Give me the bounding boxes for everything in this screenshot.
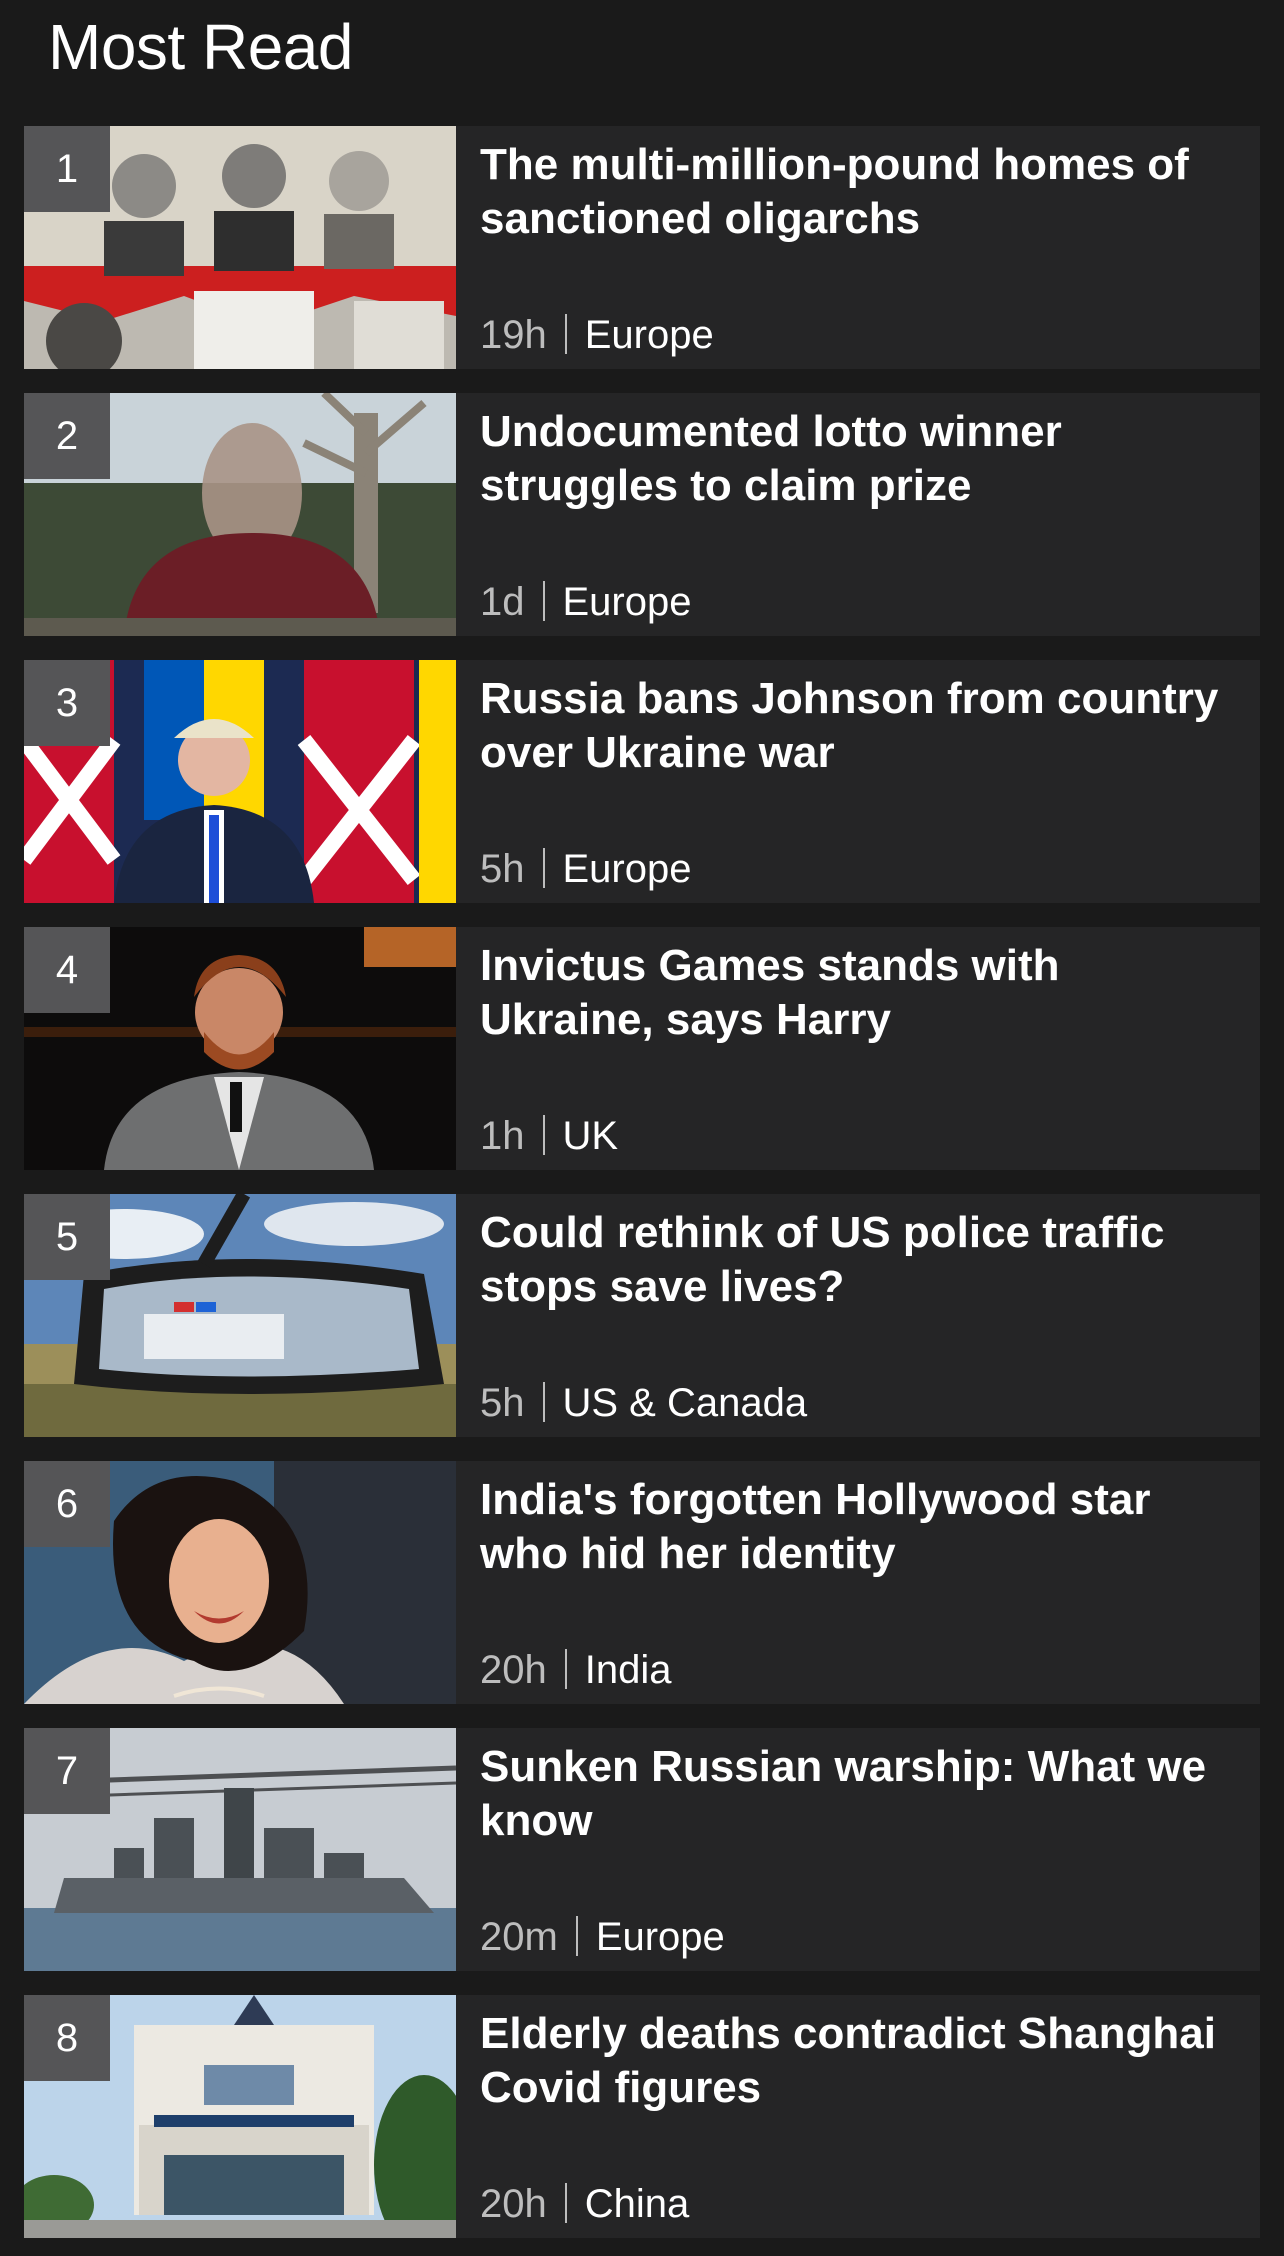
article-item-2[interactable]: 2 Undocumented lotto winner struggles to… xyxy=(24,393,1260,636)
article-category[interactable]: China xyxy=(585,2182,690,2226)
article-item-4[interactable]: 4 Invictus Games stands with Ukraine, sa… xyxy=(24,927,1260,1170)
meta-divider xyxy=(564,2183,567,2223)
rank-badge: 3 xyxy=(24,660,110,746)
article-category[interactable]: Europe xyxy=(596,1915,725,1959)
article-time: 1d xyxy=(480,580,525,624)
article-time: 5h xyxy=(480,847,525,891)
article-item-3[interactable]: 3 Russia bans Johnson from country over … xyxy=(24,660,1260,903)
article-meta: 19h Europe xyxy=(480,311,714,359)
rank-badge: 7 xyxy=(24,1728,110,1814)
article-item-1[interactable]: 1 The multi-million-pound homes of sanct… xyxy=(24,126,1260,369)
article-meta: 1d Europe xyxy=(480,578,691,626)
article-time: 20h xyxy=(480,1648,547,1692)
article-item-8[interactable]: 8 Elderly deaths contradict Shanghai Cov… xyxy=(24,1995,1260,2238)
article-category[interactable]: Europe xyxy=(563,580,692,624)
article-headline[interactable]: The multi-million-pound homes of sanctio… xyxy=(480,138,1240,246)
article-category[interactable]: Europe xyxy=(585,313,714,357)
article-meta: 1h UK xyxy=(480,1112,618,1160)
article-time: 1h xyxy=(480,1114,525,1158)
meta-divider xyxy=(564,1649,567,1689)
article-headline[interactable]: Russia bans Johnson from country over Uk… xyxy=(480,672,1240,780)
article-item-5[interactable]: 5 Could rethink of US police traffic sto… xyxy=(24,1194,1260,1437)
meta-divider xyxy=(542,1382,545,1422)
meta-divider xyxy=(542,848,545,888)
meta-divider xyxy=(564,314,567,354)
article-category[interactable]: Europe xyxy=(563,847,692,891)
article-meta: 20h India xyxy=(480,1646,672,1694)
rank-badge: 5 xyxy=(24,1194,110,1280)
article-headline[interactable]: Elderly deaths contradict Shanghai Covid… xyxy=(480,2007,1240,2115)
article-category[interactable]: US & Canada xyxy=(563,1381,808,1425)
meta-divider xyxy=(542,1115,545,1155)
article-item-7[interactable]: 7 Sunken Russian warship: What we know 2… xyxy=(24,1728,1260,1971)
article-headline[interactable]: Sunken Russian warship: What we know xyxy=(480,1740,1240,1848)
article-headline[interactable]: Undocumented lotto winner struggles to c… xyxy=(480,405,1240,513)
meta-divider xyxy=(575,1916,578,1956)
article-category[interactable]: India xyxy=(585,1648,672,1692)
article-meta: 5h US & Canada xyxy=(480,1379,807,1427)
article-headline[interactable]: Invictus Games stands with Ukraine, says… xyxy=(480,939,1240,1047)
rank-badge: 2 xyxy=(24,393,110,479)
article-time: 19h xyxy=(480,313,547,357)
article-meta: 20m Europe xyxy=(480,1913,725,1961)
article-time: 5h xyxy=(480,1381,525,1425)
article-category[interactable]: UK xyxy=(563,1114,619,1158)
rank-badge: 1 xyxy=(24,126,110,212)
article-headline[interactable]: Could rethink of US police traffic stops… xyxy=(480,1206,1240,1314)
article-headline[interactable]: India's forgotten Hollywood star who hid… xyxy=(480,1473,1240,1581)
article-meta: 5h Europe xyxy=(480,845,691,893)
article-item-6[interactable]: 6 India's forgotten Hollywood star who h… xyxy=(24,1461,1260,1704)
meta-divider xyxy=(542,581,545,621)
article-time: 20h xyxy=(480,2182,547,2226)
section-title: Most Read xyxy=(48,11,353,83)
rank-badge: 6 xyxy=(24,1461,110,1547)
rank-badge: 4 xyxy=(24,927,110,1013)
rank-badge: 8 xyxy=(24,1995,110,2081)
article-meta: 20h China xyxy=(480,2180,689,2228)
article-time: 20m xyxy=(480,1915,558,1959)
